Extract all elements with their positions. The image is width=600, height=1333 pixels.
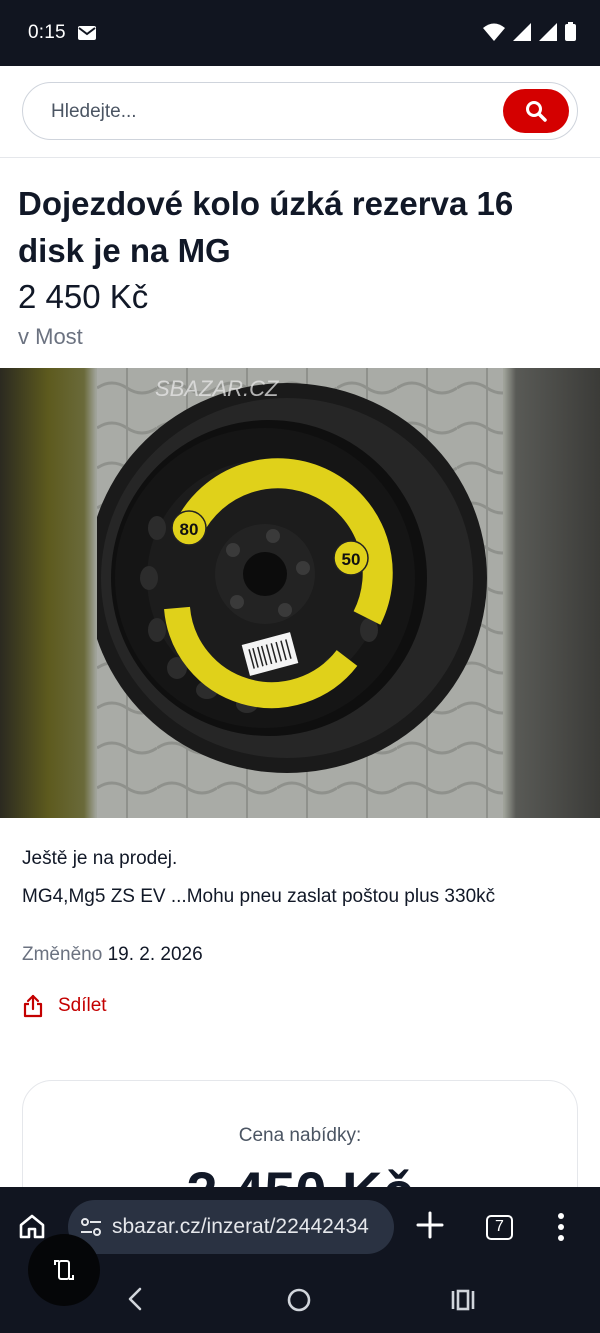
image-watermark: SBAZAR.CZ — [155, 376, 280, 401]
speed-label-left: 80 — [180, 520, 199, 539]
search-icon — [526, 101, 547, 122]
more-menu-icon[interactable] — [556, 1211, 566, 1243]
share-button[interactable]: Sdílet — [22, 994, 107, 1018]
listing-price: 2 450 Kč — [18, 278, 149, 315]
share-label: Sdílet — [58, 995, 107, 1016]
status-time: 0:15 — [28, 22, 66, 43]
home-icon[interactable] — [18, 1213, 46, 1239]
url-text: sbazar.cz/inzerat/22442434 — [112, 1215, 369, 1238]
share-icon — [23, 994, 43, 1018]
description-text: MG4,Mg5 ZS EV ...Mohu pneu zaslat poštou… — [22, 886, 496, 907]
address-bar[interactable]: sbazar.cz/inzerat/22442434 — [68, 1200, 394, 1254]
search-button[interactable] — [503, 89, 569, 133]
listing-location: v Most — [18, 324, 83, 349]
nav-home-icon[interactable] — [286, 1287, 312, 1313]
search-input[interactable] — [51, 99, 471, 125]
battery-icon — [565, 22, 576, 41]
site-settings-icon[interactable] — [80, 1217, 102, 1237]
search-header — [0, 66, 600, 158]
floating-rotate-button[interactable] — [28, 1234, 100, 1306]
search-box[interactable] — [22, 82, 578, 140]
speed-label-right: 50 — [342, 550, 361, 569]
listing-image-gallery[interactable]: 80 50 SBAZAR.CZ — [0, 368, 600, 818]
signal-icon — [513, 22, 531, 41]
availability-text: Ještě je na prodej. — [22, 848, 178, 869]
status-bar: 0:15 — [0, 0, 600, 66]
mail-icon — [78, 26, 96, 40]
signal-icon-2 — [539, 22, 557, 41]
listing-title: Dojezdové kolo úzká rezerva 16 disk je n… — [18, 185, 514, 269]
rotate-screen-icon — [54, 1260, 74, 1280]
changed-row: Změněno 19. 2. 2026 — [22, 944, 203, 966]
changed-date: 19. 2. 2026 — [107, 944, 203, 965]
back-icon[interactable] — [124, 1287, 148, 1311]
changed-label: Změněno — [22, 944, 103, 965]
listing-photo[interactable]: 80 50 SBAZAR.CZ — [97, 368, 503, 818]
offer-label: Cena nabídky: — [238, 1125, 362, 1146]
wifi-icon — [483, 23, 505, 41]
recent-apps-icon[interactable] — [450, 1289, 476, 1311]
tabs-button[interactable]: 7 — [486, 1215, 513, 1240]
new-tab-icon[interactable] — [414, 1209, 446, 1241]
